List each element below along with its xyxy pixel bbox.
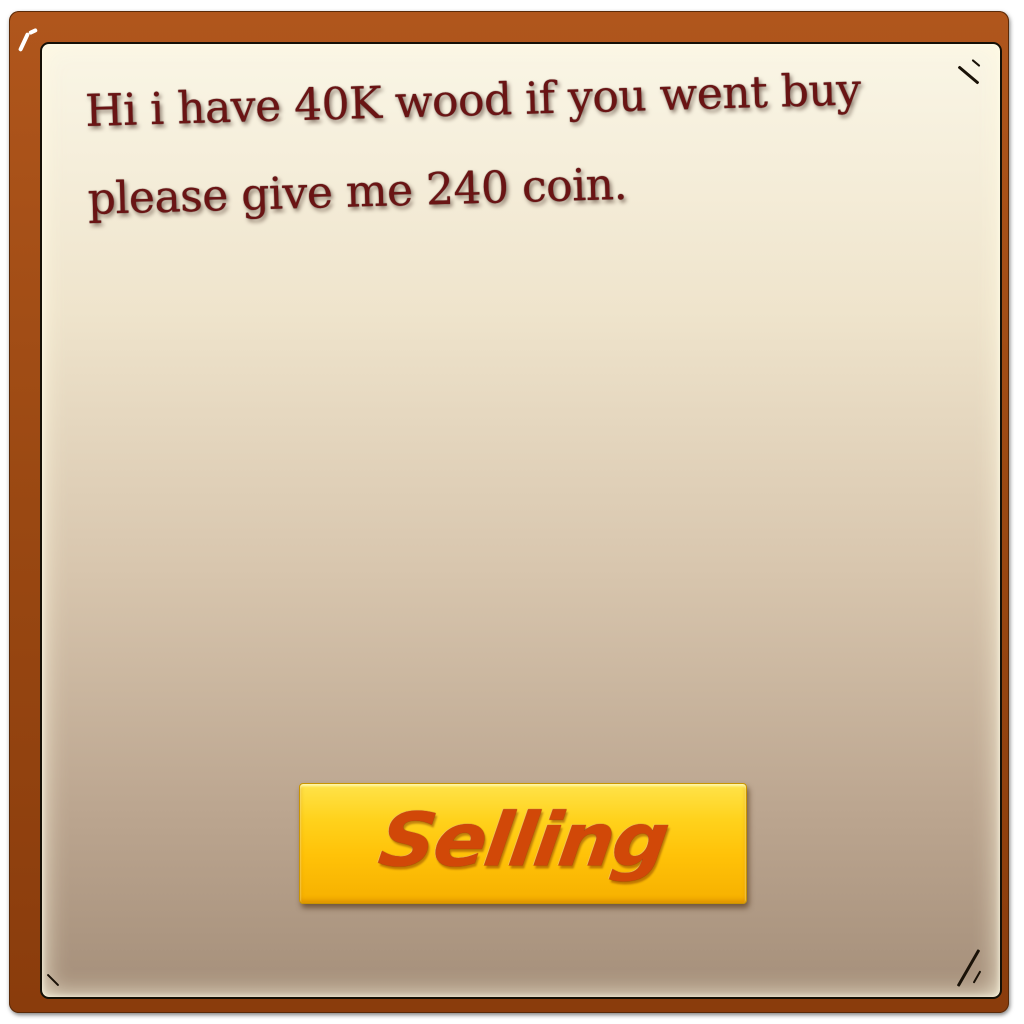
corner-scratch-icon <box>957 65 980 85</box>
corner-scratch-icon <box>971 59 981 67</box>
corner-scratch-icon <box>972 970 982 984</box>
selling-button[interactable]: Selling <box>299 783 747 904</box>
message-line: please give me 240 coin. <box>86 158 628 225</box>
frame-glint-decoration <box>17 32 31 52</box>
message-line: Hi i have 40K wood if you went buy <box>84 64 862 137</box>
corner-scratch-icon <box>956 949 981 987</box>
frame-glint-decoration <box>28 27 38 36</box>
selling-button-label: Selling <box>373 797 673 884</box>
corner-scratch-icon <box>46 973 60 987</box>
message-text: Hi i have 40K wood if you went buy pleas… <box>84 44 949 244</box>
dialog-panel: Hi i have 40K wood if you went buy pleas… <box>40 42 1002 999</box>
